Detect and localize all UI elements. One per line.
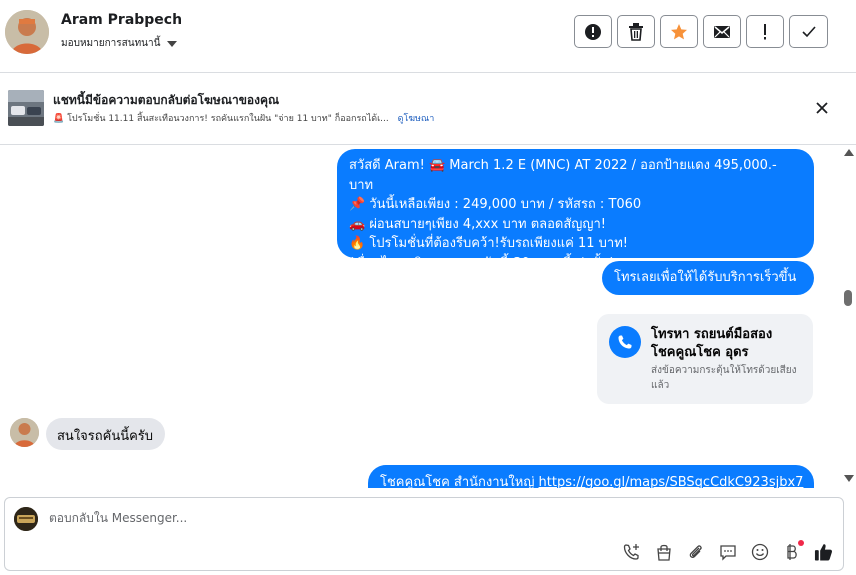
call-request-card[interactable]: โทรหา รถยนต์มือสอง โชคคูณโชค อุดร ส่งข้อ… (597, 314, 813, 404)
paperclip-icon (689, 544, 702, 558)
shop-button[interactable] (654, 542, 673, 561)
scrollbar-thumb[interactable] (844, 290, 852, 306)
phone-icon (609, 326, 641, 358)
conversation-header: Aram Prabpech มอบหมายการสนทนานี้ (0, 0, 856, 73)
ad-thumbnail[interactable] (8, 90, 44, 126)
like-icon (814, 543, 833, 561)
ad-banner-title: แชทนี้มีข้อความตอบกลับต่อโฆษณาของคุณ (53, 93, 280, 107)
phone-plus-icon (623, 543, 639, 560)
mark-done-button[interactable] (789, 15, 828, 48)
scroll-up-arrow-icon[interactable] (844, 149, 854, 156)
maps-link[interactable]: https://goo.gl/maps/SBSqcCdkC923sjbx7 (539, 475, 804, 488)
message-thread[interactable]: สวัสดี Aram! 🚘 March 1.2 E (MNC) AT 2022… (0, 145, 842, 488)
thread-scrollbar[interactable] (842, 145, 856, 488)
outgoing-message[interactable]: สวัสดี Aram! 🚘 March 1.2 E (MNC) AT 2022… (337, 149, 814, 271)
like-button[interactable] (814, 542, 833, 561)
check-icon (801, 25, 816, 37)
star-icon (671, 23, 687, 39)
message-line: 📌 วันนี้เหลือเพียง : 249,000 บาท / รหัสร… (349, 197, 642, 212)
contact-name[interactable]: Aram Prabpech (61, 12, 182, 28)
contact-avatar-small[interactable] (10, 418, 39, 447)
ad-reply-banner: แชทนี้มีข้อความตอบกลับต่อโฆษณาของคุณ 🚨 โ… (0, 73, 856, 145)
caret-down-icon (167, 40, 178, 47)
page-avatar (14, 507, 38, 531)
call-card-description: ส่งข้อความกระตุ้นให้โทรด้วยเสียงแล้ว (651, 365, 797, 391)
saved-replies-button[interactable] (718, 542, 737, 561)
close-banner-button[interactable] (814, 100, 830, 116)
incoming-message[interactable]: สนใจรถคันนี้ครับ (46, 418, 165, 450)
delete-button[interactable] (617, 15, 655, 48)
saved-reply-icon (719, 544, 736, 561)
emoji-icon (751, 543, 768, 560)
mark-spam-button[interactable] (574, 15, 612, 48)
trash-icon (629, 22, 643, 41)
message-line: 🚗 ผ่อนสบายๆเพียง 4,xxx บาท ตลอดสัญญา! (349, 216, 606, 232)
star-button[interactable] (660, 15, 698, 48)
mail-icon (714, 25, 730, 38)
emoji-button[interactable] (750, 542, 769, 561)
outgoing-message[interactable]: โทรเลยเพื่อให้ได้รับบริการเร็วขึ้น (602, 261, 814, 295)
message-text: โชคคูณโชค สำนักงานใหญ่ (380, 475, 539, 488)
reply-input[interactable] (49, 511, 649, 525)
call-request-button[interactable] (622, 542, 641, 561)
exclamation-icon (764, 23, 766, 39)
contact-avatar[interactable] (5, 10, 49, 54)
shopping-bag-icon (656, 544, 671, 561)
call-card-title: โทรหา รถยนต์มือสอง โชคคูณโชค อุดร (651, 327, 773, 360)
attach-button[interactable] (686, 542, 705, 561)
ad-text: 🚨 โปรโมชั่น 11.11 สิ้นสะเทือนวงการ! รถคั… (53, 114, 389, 124)
conversation-actions (574, 15, 828, 48)
message-line: สวัสดี Aram! 🚘 March 1.2 E (MNC) AT 2022… (349, 158, 777, 193)
baht-payment-icon (786, 543, 797, 560)
outgoing-message[interactable]: โชคคูณโชค สำนักงานใหญ่ https://goo.gl/ma… (368, 465, 814, 488)
mark-unread-button[interactable] (703, 15, 741, 48)
assign-label: มอบหมายการสนทนานี้ (61, 38, 161, 49)
message-composer (4, 497, 844, 571)
follow-up-button[interactable] (746, 15, 784, 48)
close-icon (816, 102, 828, 114)
composer-toolbar (622, 540, 833, 561)
alert-circle-icon (585, 23, 601, 40)
notification-dot (798, 540, 804, 546)
scroll-down-arrow-icon[interactable] (844, 475, 854, 482)
payment-button[interactable] (782, 540, 804, 561)
view-ad-link[interactable]: ดูโฆษณา (398, 114, 435, 124)
assign-conversation-dropdown[interactable]: มอบหมายการสนทนานี้ (61, 36, 178, 51)
ad-banner-subtitle: 🚨 โปรโมชั่น 11.11 สิ้นสะเทือนวงการ! รถคั… (53, 111, 434, 125)
message-line: 🔥 โปรโมชั่นที่ต้องรีบคว้า!รับรถเพียงแค่ … (349, 236, 628, 251)
